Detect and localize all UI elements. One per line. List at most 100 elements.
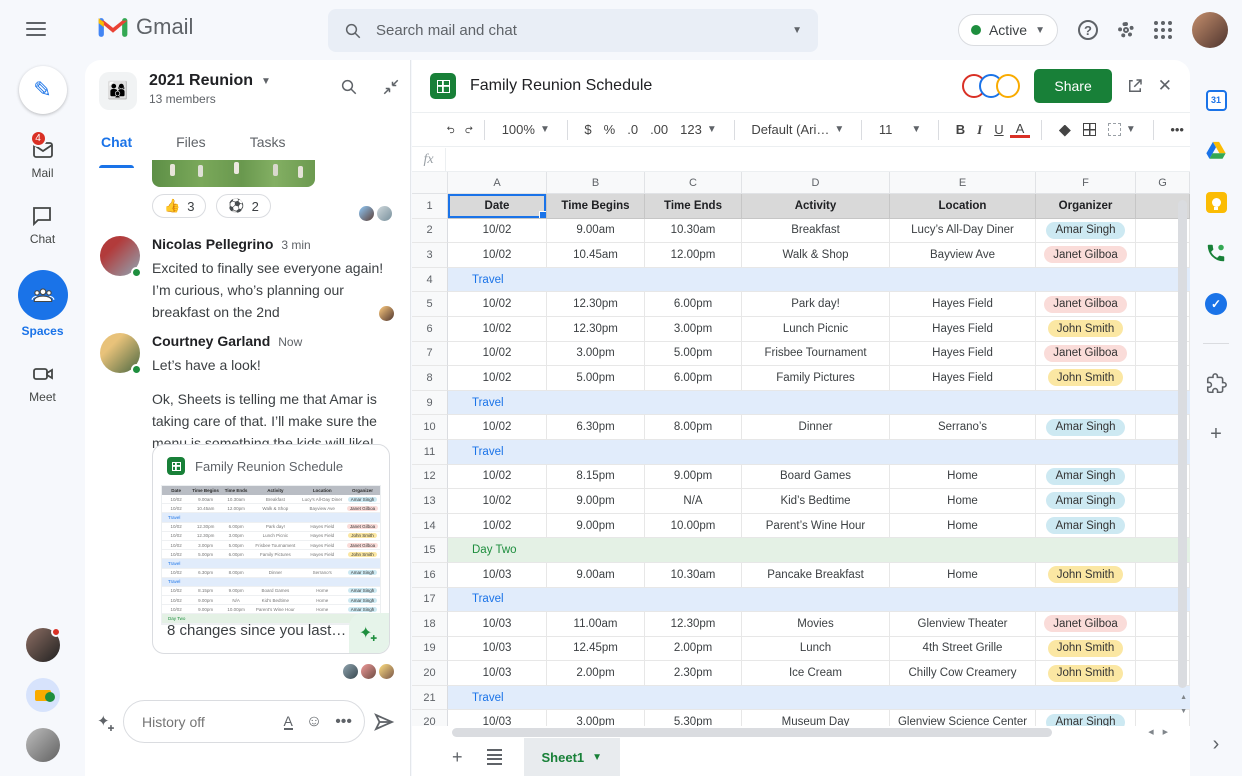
row-number[interactable]: 7 <box>412 342 448 367</box>
cell-date[interactable]: 10/02 <box>448 366 547 391</box>
column-header-C[interactable]: C <box>645 172 742 194</box>
row-number[interactable]: 11 <box>412 440 448 465</box>
voice-icon[interactable] <box>1204 241 1228 265</box>
toolbar-more-icon[interactable]: ••• <box>1164 122 1190 137</box>
italic-button[interactable]: I <box>971 122 988 138</box>
row-number[interactable]: 21 <box>412 686 448 711</box>
reaction-soccer[interactable]: ⚽ 2 <box>216 194 270 218</box>
cell-location[interactable]: Hayes Field <box>890 366 1036 391</box>
cell-location[interactable]: Hayes Field <box>890 317 1036 342</box>
contact-avatar[interactable] <box>26 728 60 762</box>
borders-icon[interactable] <box>1077 123 1102 136</box>
cell-date[interactable]: 10/02 <box>448 317 547 342</box>
tab-chat[interactable]: Chat <box>101 134 132 162</box>
search-options-caret-icon[interactable]: ▼ <box>792 25 802 36</box>
cell-location[interactable]: Bayview Ave <box>890 243 1036 268</box>
cell-organizer[interactable]: John Smith <box>1036 366 1136 391</box>
ai-sparkle-icon[interactable]: ✦✚ <box>97 712 116 730</box>
format-percent-button[interactable]: % <box>598 122 622 137</box>
cell-organizer[interactable]: Janet Gilboa <box>1036 612 1136 637</box>
main-menu-icon[interactable] <box>26 22 46 36</box>
tab-files[interactable]: Files <box>176 134 206 162</box>
cell-time-begins[interactable]: 9.00am <box>547 219 645 244</box>
cell-activity[interactable]: Parent’s Wine Hour <box>742 514 890 539</box>
cell-activity[interactable]: Frisbee Tournament <box>742 342 890 367</box>
cell-time-begins[interactable]: 12.45pm <box>547 637 645 662</box>
row-number[interactable]: 10 <box>412 415 448 440</box>
cell-date[interactable]: 10/02 <box>448 465 547 490</box>
header-cell[interactable]: Activity <box>742 194 890 219</box>
cell-activity[interactable]: Walk & Shop <box>742 243 890 268</box>
compose-button[interactable]: ✎ <box>19 66 67 114</box>
search-bar[interactable]: Search mail and chat ▼ <box>328 9 818 52</box>
cell-time-ends[interactable]: 3.00pm <box>645 317 742 342</box>
formula-bar[interactable]: fx <box>412 148 1190 172</box>
row-number[interactable]: 1 <box>412 194 448 219</box>
expand-panel-chevron-icon[interactable]: › <box>1213 733 1220 756</box>
redo-icon[interactable] <box>464 121 474 138</box>
row-number[interactable]: 3 <box>412 243 448 268</box>
travel-row-band[interactable]: Travel <box>448 440 1190 465</box>
collapse-icon[interactable] <box>382 78 400 96</box>
travel-row-band[interactable]: Travel <box>448 686 1190 711</box>
sidebar-item-spaces[interactable]: Spaces <box>18 270 68 338</box>
grid-corner-cell[interactable] <box>412 172 448 194</box>
cell-date[interactable]: 10/02 <box>448 243 547 268</box>
sheet-tab[interactable]: Sheet1 ▼ <box>524 738 621 776</box>
row-number[interactable]: 8 <box>412 366 448 391</box>
cell-organizer[interactable]: Amar Singh <box>1036 514 1136 539</box>
cell-date[interactable]: 10/03 <box>448 710 547 726</box>
cell-organizer[interactable]: Amar Singh <box>1036 465 1136 490</box>
cell-date[interactable]: 10/02 <box>448 342 547 367</box>
cell-time-begins[interactable]: 3.00pm <box>547 342 645 367</box>
cell-time-begins[interactable]: 10.45am <box>547 243 645 268</box>
smart-summary-sparkle-icon[interactable]: ✦✚ <box>349 613 389 653</box>
cell-time-begins[interactable]: 5.00pm <box>547 366 645 391</box>
row-number[interactable]: 20 <box>412 710 448 726</box>
cell-time-begins[interactable]: 9.00am <box>547 563 645 588</box>
row-number[interactable]: 13 <box>412 489 448 514</box>
cell-organizer[interactable]: John Smith <box>1036 317 1136 342</box>
cell-location[interactable]: Home <box>890 563 1036 588</box>
cell-organizer[interactable]: Amar Singh <box>1036 710 1136 726</box>
travel-row-band[interactable]: Travel <box>448 268 1190 293</box>
cell-time-begins[interactable]: 6.30pm <box>547 415 645 440</box>
cell-time-begins[interactable]: 9.00pm <box>547 514 645 539</box>
cell-date[interactable]: 10/02 <box>448 415 547 440</box>
share-button[interactable]: Share <box>1034 69 1111 103</box>
increase-decimal-button[interactable]: .00 <box>644 122 674 137</box>
cell-location[interactable]: Hayes Field <box>890 292 1036 317</box>
cell-time-begins[interactable]: 12.30pm <box>547 292 645 317</box>
cell-activity[interactable]: Family Pictures <box>742 366 890 391</box>
cell-activity[interactable]: Breakfast <box>742 219 890 244</box>
emoji-icon[interactable]: ☺ <box>306 713 322 731</box>
cell-organizer[interactable]: Janet Gilboa <box>1036 243 1136 268</box>
cell-activity[interactable]: Lunch <box>742 637 890 662</box>
cell-date[interactable]: 10/02 <box>448 219 547 244</box>
sidebar-item-chat[interactable]: Chat <box>30 204 55 246</box>
travel-row-band[interactable]: Travel <box>448 391 1190 416</box>
row-number[interactable]: 14 <box>412 514 448 539</box>
get-addons-plus-icon[interactable]: + <box>1204 422 1228 446</box>
chat-search-icon[interactable] <box>340 78 358 96</box>
cell-date[interactable]: 10/02 <box>448 514 547 539</box>
send-icon[interactable] <box>372 710 396 734</box>
cell-location[interactable]: Home <box>890 514 1036 539</box>
selected-cell-a1[interactable]: Date <box>448 194 547 219</box>
undo-icon[interactable] <box>446 121 456 138</box>
cell-time-begins[interactable]: 11.00am <box>547 612 645 637</box>
cell-activity[interactable]: Board Games <box>742 465 890 490</box>
cell-location[interactable]: Glenview Theater <box>890 612 1036 637</box>
header-cell[interactable]: Time Begins <box>547 194 645 219</box>
horizontal-scroll-arrows[interactable]: ◀▶ <box>1148 728 1168 737</box>
google-apps-icon[interactable] <box>1154 21 1172 39</box>
cell-location[interactable]: Home <box>890 489 1036 514</box>
help-icon[interactable]: ? <box>1078 20 1098 40</box>
font-size-selector[interactable]: 11▼ <box>873 122 927 137</box>
cell-time-ends[interactable]: 10.30am <box>645 563 742 588</box>
status-selector[interactable]: Active ▼ <box>958 14 1058 46</box>
contact-avatar[interactable] <box>26 678 60 712</box>
cell-time-ends[interactable]: N/A <box>645 489 742 514</box>
row-number[interactable]: 6 <box>412 317 448 342</box>
row-number[interactable]: 19 <box>412 637 448 662</box>
